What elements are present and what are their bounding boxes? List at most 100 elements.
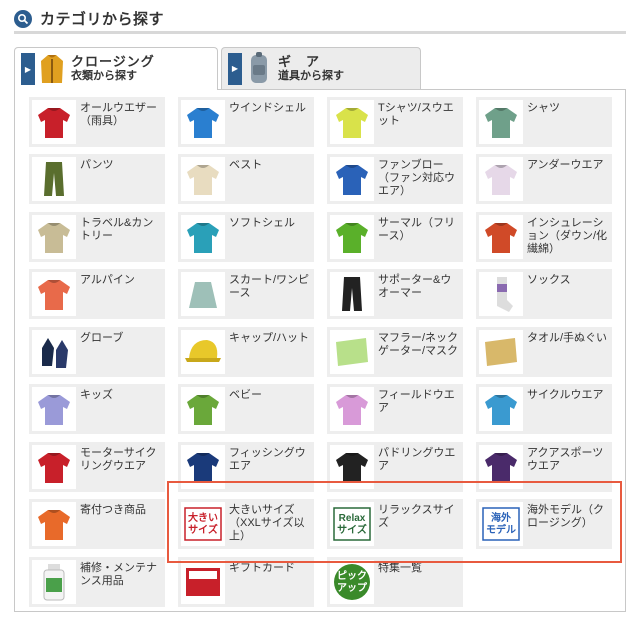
down-jacket-icon	[479, 215, 523, 259]
alpine-jacket-icon	[32, 272, 76, 316]
category-item[interactable]: サーマル（フリース）	[327, 212, 463, 262]
category-item[interactable]: サポーター&ウオーマー	[327, 269, 463, 319]
category-item[interactable]: タオル/手ぬぐい	[476, 327, 612, 377]
category-label: フィールドウエア	[378, 389, 455, 414]
fan-vest-icon	[330, 157, 374, 201]
category-item[interactable]: スカート/ワンピース	[178, 269, 314, 319]
category-label: ベビー	[229, 389, 262, 401]
shirt-icon	[479, 100, 523, 144]
baby-tshirt-icon	[181, 387, 225, 431]
fleece-icon	[330, 215, 374, 259]
badge-line: ピック	[337, 571, 367, 582]
category-item[interactable]: ソックス	[476, 269, 612, 319]
tab-clothing-sublabel: 衣類から探す	[71, 70, 137, 82]
category-label: スカート/ワンピース	[229, 274, 310, 299]
tights-icon	[330, 272, 374, 316]
category-label: パンツ	[80, 159, 114, 171]
category-item[interactable]: ピック アップ 特集一覧	[327, 557, 463, 607]
backpack-icon	[246, 51, 272, 87]
chevron-right-icon: ▶	[228, 52, 242, 85]
category-item[interactable]: ベスト	[178, 154, 314, 204]
category-label: フィッシングウエア	[229, 447, 306, 472]
rain-jacket-icon	[32, 100, 76, 144]
gloves-icon	[32, 330, 76, 374]
pickup-badge-icon: ピック アップ	[330, 560, 374, 604]
category-item[interactable]: サイクルウエア	[476, 384, 612, 434]
jacket-icon	[39, 51, 65, 87]
category-label: グローブ	[80, 332, 124, 344]
category-label: オールウエザー（雨具）	[80, 102, 157, 127]
skirt-icon	[181, 272, 225, 316]
tab-clothing-label: クロージング	[71, 54, 155, 69]
category-label: ウインドシェル	[229, 102, 306, 114]
badge-line: アップ	[337, 583, 367, 594]
category-label: キッズ	[80, 389, 113, 401]
donation-tshirt-icon	[32, 502, 76, 546]
category-label: タオル/手ぬぐい	[527, 332, 608, 344]
category-item[interactable]: インシュレーション（ダウン/化繊綿）	[476, 212, 612, 262]
category-item[interactable]: ギフトカード	[178, 557, 314, 607]
category-label: Tシャツ/スウエット	[378, 102, 454, 127]
neck-gaiter-icon	[330, 330, 374, 374]
category-item[interactable]: Tシャツ/スウエット	[327, 97, 463, 147]
tab-clothing[interactable]: ▶ クロージング 衣類から探す	[14, 47, 218, 90]
cycle-jersey-icon	[479, 387, 523, 431]
category-label: ソックス	[527, 274, 571, 286]
category-item[interactable]: キャップ/ハット	[178, 327, 314, 377]
field-jacket-icon	[330, 387, 374, 431]
category-label: 寄付つき商品	[80, 504, 146, 516]
chevron-right-icon: ▶	[21, 53, 35, 85]
category-header-title: カテゴリから探す	[40, 11, 165, 28]
category-label: 補修・メンテナンス用品	[80, 562, 157, 587]
category-label: サイクルウエア	[527, 389, 604, 401]
tab-gear-sublabel: 道具から探す	[278, 69, 344, 82]
category-label: パドリングウエア	[378, 447, 456, 472]
maintenance-bottle-icon	[32, 560, 76, 604]
category-item[interactable]: グローブ	[29, 327, 165, 377]
category-label: アンダーウエア	[527, 159, 604, 171]
category-label: ベスト	[229, 159, 263, 171]
category-item[interactable]: モーターサイクリングウエア	[29, 442, 165, 492]
category-item[interactable]: ソフトシェル	[178, 212, 314, 262]
search-icon	[14, 9, 32, 28]
category-item[interactable]: キッズ	[29, 384, 165, 434]
category-label: モーターサイクリングウエア	[80, 447, 157, 472]
pants-icon	[32, 157, 76, 201]
travel-shirt-icon	[32, 215, 76, 259]
category-item[interactable]: シャツ	[476, 97, 612, 147]
tab-gear-label: ギ ア	[278, 53, 321, 69]
wind-shell-icon	[181, 100, 225, 144]
category-label: サポーター&ウオーマー	[378, 274, 452, 299]
motorcycle-jacket-icon	[32, 445, 76, 489]
category-item[interactable]: アンダーウエア	[476, 154, 612, 204]
category-item[interactable]: アルパイン	[29, 269, 165, 319]
category-label: マフラー/ネックゲーター/マスク	[378, 332, 459, 357]
category-item[interactable]: パンツ	[29, 154, 165, 204]
category-item[interactable]: 寄付つき商品	[29, 499, 165, 549]
category-label: トラベル&カントリー	[80, 217, 154, 242]
category-item[interactable]: オールウエザー（雨具）	[29, 97, 165, 147]
badge-label: ピック アップ	[330, 571, 374, 595]
category-label: アルパイン	[80, 274, 135, 286]
category-label: サーマル（フリース）	[378, 217, 455, 242]
cap-icon	[181, 330, 225, 374]
kids-jacket-icon	[32, 387, 76, 431]
category-item[interactable]: トラベル&カントリー	[29, 212, 165, 262]
category-item[interactable]: ウインドシェル	[178, 97, 314, 147]
category-label: ファンブロー（ファン対応ウエア）	[378, 159, 455, 197]
tshirt-icon	[330, 100, 374, 144]
category-item[interactable]: ベビー	[178, 384, 314, 434]
tab-gear[interactable]: ▶ ギ ア 道具から探す	[221, 47, 421, 89]
size-category-highlight	[167, 481, 622, 563]
soft-shell-icon	[181, 215, 225, 259]
socks-icon	[479, 272, 523, 316]
underwear-icon	[479, 157, 523, 201]
category-item[interactable]: 補修・メンテナンス用品	[29, 557, 165, 607]
category-item[interactable]: マフラー/ネックゲーター/マスク	[327, 327, 463, 377]
category-item[interactable]: フィールドウエア	[327, 384, 463, 434]
towel-icon	[479, 330, 523, 374]
category-label: シャツ	[527, 102, 560, 114]
category-label: インシュレーション（ダウン/化繊綿）	[527, 217, 608, 255]
vest-icon	[181, 157, 225, 201]
category-item[interactable]: ファンブロー（ファン対応ウエア）	[327, 154, 463, 204]
